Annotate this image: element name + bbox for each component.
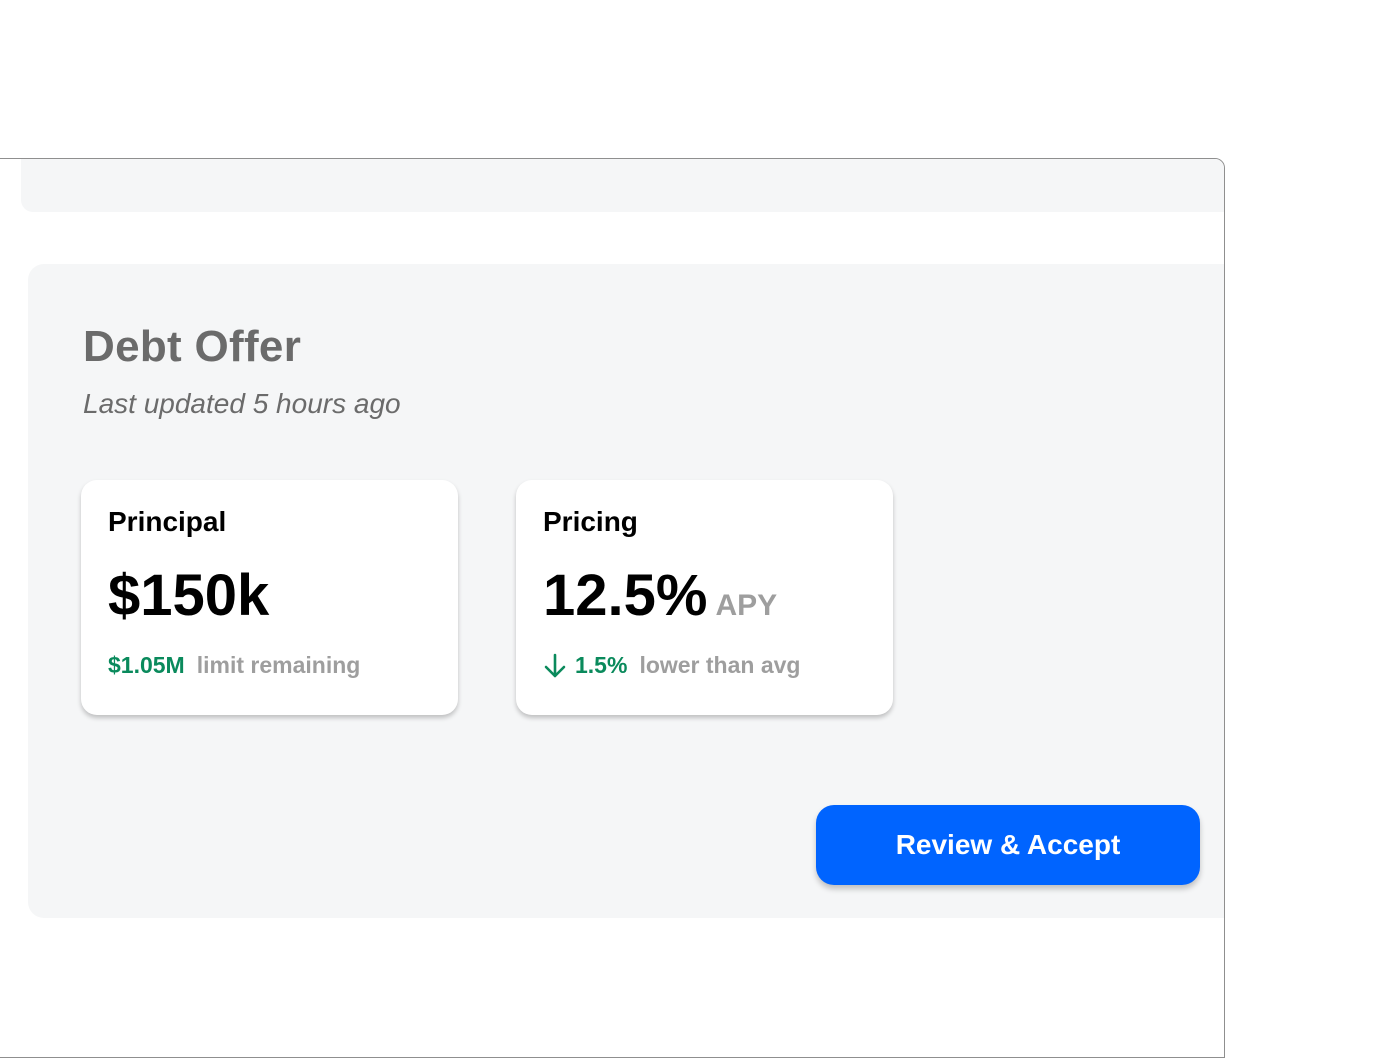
debt-offer-panel: Debt Offer Last updated 5 hours ago Prin… xyxy=(28,264,1224,918)
pricing-unit: APY xyxy=(715,589,778,622)
limit-note: limit remaining xyxy=(196,652,361,678)
review-accept-button[interactable]: Review & Accept xyxy=(816,805,1200,885)
comparison-amount: 1.5% xyxy=(575,652,628,678)
last-updated-text: Last updated 5 hours ago xyxy=(83,388,401,419)
principal-card: Principal $150k $1.05M limit remaining xyxy=(81,480,458,715)
previous-section-strip xyxy=(21,159,1224,212)
pricing-value-row: 12.5% APY xyxy=(543,562,777,629)
comparison-note: lower than avg xyxy=(639,652,801,678)
arrow-down-icon xyxy=(543,653,567,679)
principal-label: Principal xyxy=(108,506,227,537)
principal-limit: $1.05M limit remaining xyxy=(108,652,360,679)
principal-value: $150k xyxy=(108,563,270,628)
app-window: Debt Offer Last updated 5 hours ago Prin… xyxy=(0,158,1225,1058)
pricing-card: Pricing 12.5% APY 1.5% lower than avg xyxy=(516,480,893,715)
pricing-comparison: 1.5% lower than avg xyxy=(543,652,800,679)
pricing-label: Pricing xyxy=(543,506,638,537)
pricing-rate: 12.5% xyxy=(543,563,708,628)
limit-amount: $1.05M xyxy=(108,652,185,678)
panel-title: Debt Offer xyxy=(83,322,302,371)
